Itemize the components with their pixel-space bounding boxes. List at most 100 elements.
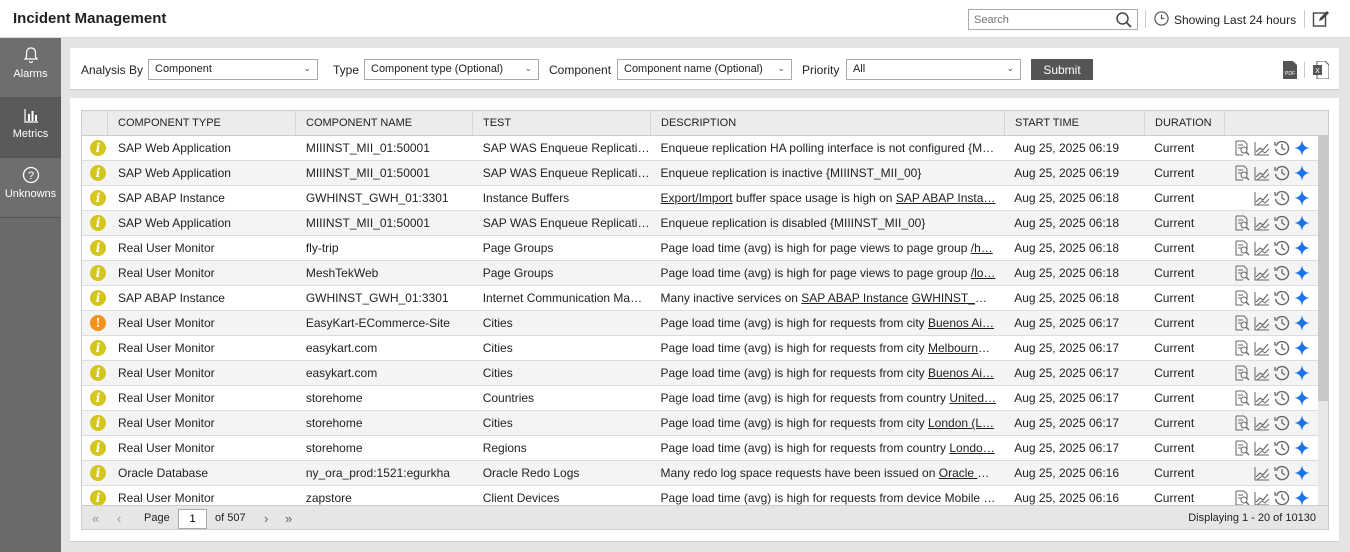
- detailed-diagnosis-icon[interactable]: [1234, 315, 1250, 331]
- graph-icon[interactable]: [1254, 265, 1270, 281]
- search-input[interactable]: [969, 10, 1109, 29]
- ai-sparkle-icon[interactable]: [1294, 465, 1310, 481]
- table-row[interactable]: i Real User Monitor storehome Cities Page lo…: [82, 411, 1320, 436]
- history-icon[interactable]: [1274, 240, 1290, 256]
- detailed-diagnosis-icon[interactable]: [1234, 290, 1250, 306]
- sidebar-item-alarms[interactable]: Alarms: [0, 38, 61, 98]
- description-link[interactable]: Melbourne…: [928, 341, 997, 355]
- history-icon[interactable]: [1274, 365, 1290, 381]
- table-row[interactable]: i Real User Monitor storehome Countries Page…: [82, 386, 1320, 411]
- ai-sparkle-icon[interactable]: [1294, 490, 1310, 506]
- table-row[interactable]: i Real User Monitor storehome Regions Page l…: [82, 436, 1320, 461]
- detailed-diagnosis-icon[interactable]: [1234, 215, 1250, 231]
- search-icon[interactable]: [1115, 11, 1133, 32]
- submit-button[interactable]: Submit: [1031, 59, 1093, 80]
- detailed-diagnosis-icon[interactable]: [1234, 240, 1250, 256]
- history-icon[interactable]: [1274, 490, 1290, 506]
- description-link[interactable]: Oracle D…: [939, 466, 998, 480]
- priority-select[interactable]: All ⌄: [846, 59, 1021, 80]
- table-row[interactable]: i Real User Monitor easykart.com Cities Page…: [82, 361, 1320, 386]
- vertical-scrollbar[interactable]: [1318, 136, 1328, 506]
- edit-icon[interactable]: [1312, 10, 1330, 31]
- graph-icon[interactable]: [1254, 390, 1270, 406]
- detailed-diagnosis-icon[interactable]: [1234, 415, 1250, 431]
- history-icon[interactable]: [1274, 140, 1290, 156]
- table-row[interactable]: i SAP ABAP Instance GWHINST_GWH_01:3301 Int…: [82, 286, 1320, 311]
- ai-sparkle-icon[interactable]: [1294, 190, 1310, 206]
- graph-icon[interactable]: [1254, 165, 1270, 181]
- detailed-diagnosis-icon[interactable]: [1234, 165, 1250, 181]
- ai-sparkle-icon[interactable]: [1294, 140, 1310, 156]
- description-link[interactable]: SAP ABAP Instance: [801, 291, 908, 305]
- history-icon[interactable]: [1274, 440, 1290, 456]
- table-row[interactable]: i Real User Monitor MeshTekWeb Page Groups P…: [82, 261, 1320, 286]
- table-row[interactable]: i SAP ABAP Instance GWHINST_GWH_01:3301 Ins…: [82, 186, 1320, 211]
- previous-page-icon[interactable]: ‹: [117, 511, 121, 526]
- next-page-icon[interactable]: ›: [264, 511, 268, 526]
- detailed-diagnosis-icon[interactable]: [1234, 440, 1250, 456]
- detailed-diagnosis-icon[interactable]: [1234, 140, 1250, 156]
- table-row[interactable]: ! Real User Monitor EasyKart-ECommerce-Sit…: [82, 311, 1320, 336]
- description-link[interactable]: Buenos Ai…: [928, 316, 994, 330]
- ai-sparkle-icon[interactable]: [1294, 290, 1310, 306]
- graph-icon[interactable]: [1254, 340, 1270, 356]
- column-header-component-type[interactable]: COMPONENT TYPE: [108, 111, 296, 135]
- description-link[interactable]: Londo…: [949, 441, 994, 455]
- table-row[interactable]: i Real User Monitor fly-trip Page Groups Pag…: [82, 236, 1320, 261]
- detailed-diagnosis-icon[interactable]: [1234, 265, 1250, 281]
- table-row[interactable]: i SAP Web Application MIIINST_MII_01:50001…: [82, 161, 1320, 186]
- column-header-description[interactable]: DESCRIPTION: [651, 111, 1005, 135]
- column-header-duration[interactable]: DURATION: [1145, 111, 1225, 135]
- description-link[interactable]: Export/Import: [661, 191, 733, 205]
- graph-icon[interactable]: [1254, 290, 1270, 306]
- history-icon[interactable]: [1274, 165, 1290, 181]
- pdf-export-icon[interactable]: PDF: [1283, 61, 1297, 82]
- ai-sparkle-icon[interactable]: [1294, 365, 1310, 381]
- history-icon[interactable]: [1274, 465, 1290, 481]
- history-icon[interactable]: [1274, 215, 1290, 231]
- ai-sparkle-icon[interactable]: [1294, 415, 1310, 431]
- ai-sparkle-icon[interactable]: [1294, 390, 1310, 406]
- ai-sparkle-icon[interactable]: [1294, 265, 1310, 281]
- first-page-icon[interactable]: «: [92, 511, 99, 526]
- graph-icon[interactable]: [1254, 140, 1270, 156]
- sidebar-item-metrics[interactable]: Metrics: [0, 98, 61, 158]
- graph-icon[interactable]: [1254, 215, 1270, 231]
- analysis-by-select[interactable]: Component ⌄: [148, 59, 318, 80]
- column-header-component-name[interactable]: COMPONENT NAME: [296, 111, 473, 135]
- description-link[interactable]: /lo…: [971, 266, 996, 280]
- ai-sparkle-icon[interactable]: [1294, 165, 1310, 181]
- ai-sparkle-icon[interactable]: [1294, 240, 1310, 256]
- table-row[interactable]: i SAP Web Application MIIINST_MII_01:50001…: [82, 136, 1320, 161]
- ai-sparkle-icon[interactable]: [1294, 340, 1310, 356]
- graph-icon[interactable]: [1254, 315, 1270, 331]
- description-link[interactable]: Buenos Ai…: [928, 366, 994, 380]
- description-link[interactable]: /h…: [971, 241, 993, 255]
- description-link[interactable]: London (L…: [928, 416, 994, 430]
- history-icon[interactable]: [1274, 290, 1290, 306]
- table-row[interactable]: i Oracle Database ny_ora_prod:1521:egurkha…: [82, 461, 1320, 486]
- history-icon[interactable]: [1274, 340, 1290, 356]
- detailed-diagnosis-icon[interactable]: [1234, 490, 1250, 506]
- time-range-button[interactable]: Showing Last 24 hours: [1154, 11, 1296, 29]
- description-link[interactable]: SAP ABAP Insta…: [896, 191, 996, 205]
- page-number-input[interactable]: [178, 509, 207, 529]
- table-row[interactable]: i SAP Web Application MIIINST_MII_01:50001…: [82, 211, 1320, 236]
- graph-icon[interactable]: [1254, 240, 1270, 256]
- column-header-test[interactable]: TEST: [473, 111, 651, 135]
- ai-sparkle-icon[interactable]: [1294, 440, 1310, 456]
- ai-sparkle-icon[interactable]: [1294, 215, 1310, 231]
- scrollbar-thumb[interactable]: [1318, 136, 1328, 401]
- table-row[interactable]: i Real User Monitor easykart.com Cities Page…: [82, 336, 1320, 361]
- graph-icon[interactable]: [1254, 190, 1270, 206]
- column-header-start-time[interactable]: START TIME: [1005, 111, 1145, 135]
- last-page-icon[interactable]: »: [285, 511, 292, 526]
- detailed-diagnosis-icon[interactable]: [1234, 390, 1250, 406]
- component-select[interactable]: Component name (Optional) ⌄: [617, 59, 792, 80]
- graph-icon[interactable]: [1254, 415, 1270, 431]
- history-icon[interactable]: [1274, 415, 1290, 431]
- detailed-diagnosis-icon[interactable]: [1234, 365, 1250, 381]
- history-icon[interactable]: [1274, 390, 1290, 406]
- description-link[interactable]: GWHINST_GW…: [912, 291, 1005, 305]
- description-link[interactable]: United…: [949, 391, 996, 405]
